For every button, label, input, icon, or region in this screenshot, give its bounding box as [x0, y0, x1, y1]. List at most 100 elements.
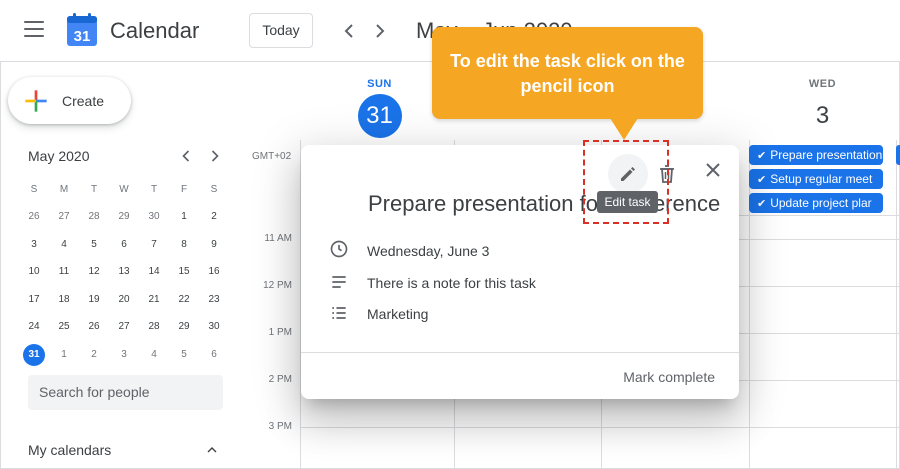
- mini-calendar-day[interactable]: 11: [49, 261, 79, 283]
- mini-calendar-day-number: 20: [118, 293, 130, 305]
- mini-calendar-day[interactable]: 23: [199, 289, 229, 311]
- search-people-input[interactable]: Search for people: [28, 375, 223, 410]
- mini-calendar-day[interactable]: 29: [109, 206, 139, 228]
- mini-calendar-day[interactable]: 3: [19, 234, 49, 256]
- mini-calendar-day-number: 9: [211, 238, 217, 250]
- mini-calendar-day[interactable]: 30: [139, 206, 169, 228]
- mini-calendar-day[interactable]: 3: [109, 344, 139, 366]
- mini-calendar-day[interactable]: 21: [139, 289, 169, 311]
- mini-calendar-day[interactable]: 16: [199, 261, 229, 283]
- mini-calendar-day-number: 3: [121, 348, 127, 360]
- mini-calendar-day[interactable]: 12: [79, 261, 109, 283]
- mini-calendar-day-number: 1: [181, 211, 187, 223]
- next-period-icon[interactable]: [368, 19, 392, 43]
- mini-calendar-week: 26 27 28 29 30 1 2: [19, 204, 229, 232]
- mini-calendar-day[interactable]: 1: [169, 206, 199, 228]
- mini-calendar-day-number: 28: [88, 211, 100, 223]
- grid-divider: [749, 140, 750, 469]
- mini-calendar-day-number: 2: [91, 348, 97, 360]
- create-button[interactable]: Create: [8, 77, 131, 124]
- previous-period-icon[interactable]: [337, 19, 361, 43]
- today-button[interactable]: Today: [249, 13, 313, 48]
- mini-calendar-day[interactable]: 26: [19, 206, 49, 228]
- mini-calendar-day[interactable]: 25: [49, 316, 79, 338]
- weekday-head: T: [150, 184, 158, 196]
- task-chip[interactable]: ✔ Setup regular meet: [749, 169, 883, 189]
- mini-calendar-day[interactable]: 20: [109, 289, 139, 311]
- mini-calendar-day-number: 13: [118, 266, 130, 278]
- mini-calendar-day[interactable]: 18: [49, 289, 79, 311]
- day-header-sun[interactable]: SUN 31: [306, 78, 453, 138]
- mini-calendar-day[interactable]: 2: [79, 344, 109, 366]
- mini-calendar-day[interactable]: 7: [139, 234, 169, 256]
- mini-calendar-day[interactable]: 27: [49, 206, 79, 228]
- mini-calendar-day[interactable]: 26: [79, 316, 109, 338]
- mini-calendar-day-number: 26: [88, 321, 100, 333]
- my-calendars-label[interactable]: My calendars: [28, 442, 111, 458]
- mark-complete-button[interactable]: Mark complete: [623, 369, 715, 385]
- task-note: There is a note for this task: [367, 275, 536, 291]
- weekday-head: S: [210, 184, 218, 196]
- mini-calendar-day[interactable]: 10: [19, 261, 49, 283]
- day-name: SUN: [367, 78, 392, 90]
- mini-calendar-day[interactable]: 22: [169, 289, 199, 311]
- mini-calendar-day-number: 12: [88, 266, 100, 278]
- time-label: 3 PM: [268, 421, 292, 432]
- mini-calendar-day[interactable]: 9: [199, 234, 229, 256]
- task-chip[interactable]: ✔ Update project plar: [749, 193, 883, 213]
- weekday-head: T: [90, 184, 98, 196]
- task-chip-label: Update project plar: [770, 196, 872, 210]
- day-header-wed[interactable]: WED 3: [749, 78, 896, 138]
- mini-calendar-day[interactable]: 28: [139, 316, 169, 338]
- mini-calendar-day-number: 6: [121, 238, 127, 250]
- check-icon: ✔: [757, 198, 767, 210]
- mini-next-month-icon[interactable]: [205, 146, 225, 166]
- mini-calendar-day-number: 27: [118, 321, 130, 333]
- mini-calendar-day[interactable]: 28: [79, 206, 109, 228]
- chevron-up-icon[interactable]: [204, 442, 220, 458]
- mini-calendar-day[interactable]: 8: [169, 234, 199, 256]
- task-chip[interactable]: ✔ Prepare presentation: [749, 145, 883, 165]
- day-number[interactable]: 3: [801, 94, 845, 138]
- mini-calendar-day[interactable]: 24: [19, 316, 49, 338]
- main-menu-icon[interactable]: [24, 21, 44, 37]
- create-label: Create: [62, 93, 105, 109]
- close-icon[interactable]: [701, 158, 725, 182]
- mini-calendar-day[interactable]: 30: [199, 316, 229, 338]
- mini-calendar-day[interactable]: 2: [199, 206, 229, 228]
- mini-calendar-week: 10 11 12 13 14 15 16: [19, 259, 229, 287]
- mini-calendar-week: 24 25 26 27 28 29 30: [19, 314, 229, 342]
- mini-calendar-day[interactable]: 4: [139, 344, 169, 366]
- task-chip-overflow[interactable]: [896, 145, 900, 165]
- app-title: Calendar: [110, 18, 200, 43]
- mini-calendar-day[interactable]: 5: [79, 234, 109, 256]
- mini-calendar-grid: S M T W T F S 26 27 28 29 30 1 2 3 4 5 6 7 8 9 10 11 12 13 14 15 16…: [19, 176, 229, 369]
- mini-calendar-day[interactable]: 17: [19, 289, 49, 311]
- mini-calendar-day[interactable]: 4: [49, 234, 79, 256]
- mini-calendar-day[interactable]: 1: [49, 344, 79, 366]
- mini-calendar-day[interactable]: 5: [169, 344, 199, 366]
- mini-calendar-day[interactable]: 14: [139, 261, 169, 283]
- mini-calendar-title: May 2020: [28, 148, 90, 164]
- mini-calendar-day[interactable]: 29: [169, 316, 199, 338]
- mini-calendar-day-number: 1: [61, 348, 67, 360]
- day-number[interactable]: 31: [357, 94, 402, 138]
- mini-calendar-day-number: 31: [23, 343, 45, 366]
- mini-calendar-day[interactable]: 15: [169, 261, 199, 283]
- logo-day-text: 31: [74, 28, 91, 45]
- mini-prev-month-icon[interactable]: [176, 146, 196, 166]
- time-label: 1 PM: [268, 327, 292, 338]
- mini-calendar-day-number: 30: [148, 211, 160, 223]
- mini-calendar-day[interactable]: 6: [109, 234, 139, 256]
- clock-icon: [329, 239, 349, 263]
- mini-calendar-day[interactable]: 27: [109, 316, 139, 338]
- mini-calendar-day[interactable]: 19: [79, 289, 109, 311]
- mini-calendar-day-number: 24: [28, 321, 40, 333]
- mini-calendar-day-number: 25: [58, 321, 70, 333]
- mini-calendar-day[interactable]: 6: [199, 344, 229, 366]
- mini-calendar-day-number: 23: [208, 293, 220, 305]
- mini-calendar-day-number: 15: [178, 266, 190, 278]
- mini-calendar-day-number: 21: [148, 293, 160, 305]
- mini-calendar-day[interactable]: 13: [109, 261, 139, 283]
- mini-calendar-day[interactable]: 31: [19, 343, 49, 366]
